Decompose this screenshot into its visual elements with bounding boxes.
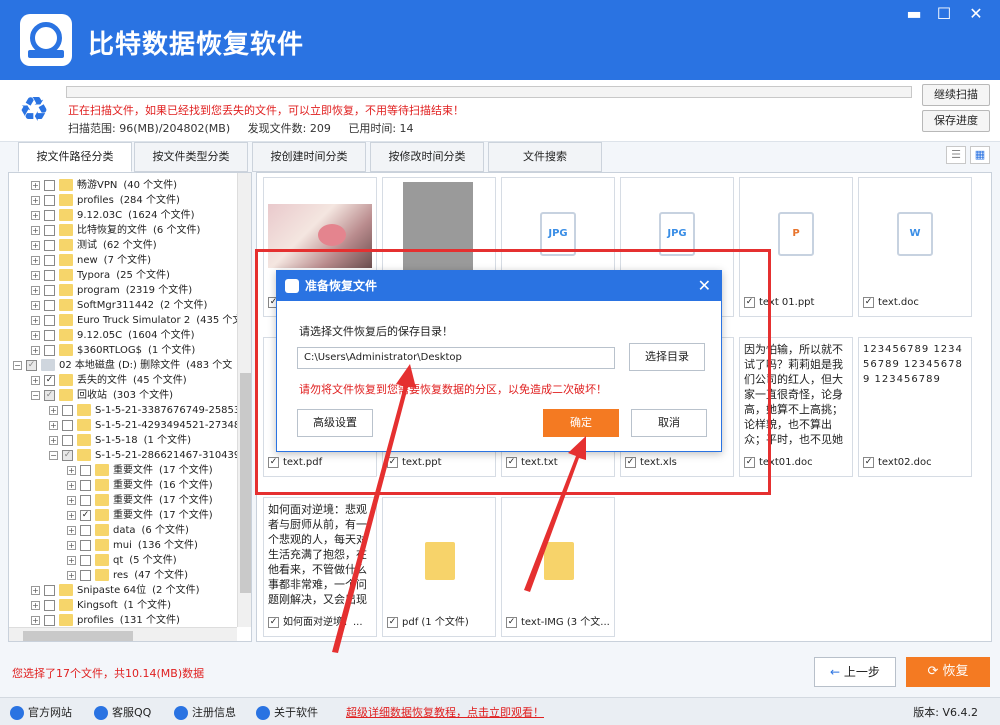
annotation-arrows [332, 364, 586, 653]
tutorial-promo-link[interactable]: 超级详细数据恢复教程，点击立即观看！ [346, 704, 544, 720]
version-label: 版本: V6.4.2 [913, 706, 978, 719]
footer-bar: 官方网站 客服QQ 注册信息 关于软件 超级详细数据恢复教程，点击立即观看！ 版… [0, 697, 1000, 725]
user-icon [174, 706, 188, 720]
register-info-link[interactable]: 注册信息 [174, 704, 236, 720]
qq-icon [94, 706, 108, 720]
refresh-icon: ⟳ [927, 664, 943, 679]
about-link[interactable]: 关于软件 [256, 704, 318, 720]
arrow-to-path [332, 364, 416, 653]
official-site-link[interactable]: 官方网站 [10, 704, 72, 720]
recover-label: 恢复 [942, 664, 969, 679]
selection-status: 您选择了17个文件，共10.14(MB)数据 [12, 667, 205, 680]
support-qq-link[interactable]: 客服QQ [94, 704, 151, 720]
previous-step-button[interactable]: ← 上一步 [814, 657, 896, 687]
register-info-label: 注册信息 [192, 706, 236, 719]
info-icon [256, 706, 270, 720]
back-arrow-icon: ← [830, 665, 844, 679]
arrow-to-ok [524, 436, 586, 592]
support-qq-label: 客服QQ [112, 706, 152, 719]
previous-step-label: 上一步 [843, 665, 880, 679]
official-site-label: 官方网站 [28, 706, 72, 719]
about-label: 关于软件 [274, 706, 318, 719]
recover-button[interactable]: ⟳ 恢复 [906, 657, 990, 687]
home-icon [10, 706, 24, 720]
